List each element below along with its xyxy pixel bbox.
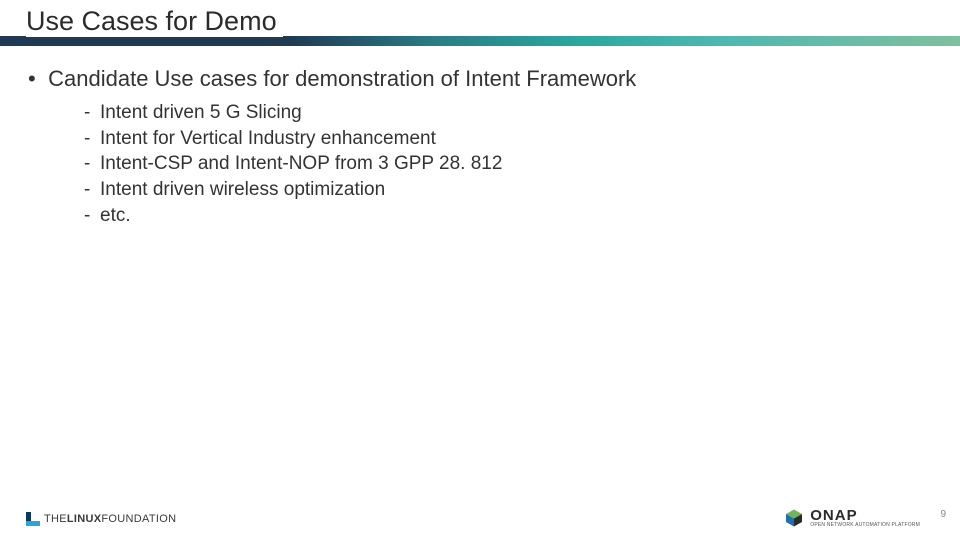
lead-bullet: • Candidate Use cases for demonstration …	[28, 66, 932, 92]
list-item: Intent for Vertical Industry enhancement	[84, 126, 932, 152]
slide-footer: THELINUXFOUNDATION ONAP OPEN NETWORK AUT…	[0, 496, 960, 530]
onap-logo: ONAP OPEN NETWORK AUTOMATION PLATFORM	[784, 508, 920, 528]
onap-cube-icon	[784, 508, 804, 528]
lf-suffix: FOUNDATION	[101, 513, 176, 525]
title-bar: Use Cases for Demo	[0, 0, 960, 44]
title-stripe	[0, 36, 960, 46]
page-number: 9	[940, 509, 946, 520]
lf-main: LINUX	[67, 513, 102, 525]
lf-prefix: THE	[44, 513, 67, 525]
list-item: Intent driven wireless optimization	[84, 177, 932, 203]
sub-bullet-list: Intent driven 5 G Slicing Intent for Ver…	[28, 100, 932, 228]
list-item: Intent-CSP and Intent-NOP from 3 GPP 28.…	[84, 151, 932, 177]
linux-foundation-logo: THELINUXFOUNDATION	[26, 512, 176, 526]
bullet-dot-icon: •	[28, 66, 42, 92]
onap-tagline: OPEN NETWORK AUTOMATION PLATFORM	[810, 523, 920, 528]
slide-content: • Candidate Use cases for demonstration …	[0, 44, 960, 228]
onap-text: ONAP OPEN NETWORK AUTOMATION PLATFORM	[810, 508, 920, 528]
linux-foundation-icon	[26, 512, 40, 526]
linux-foundation-text: THELINUXFOUNDATION	[44, 513, 176, 525]
list-item: etc.	[84, 203, 932, 229]
onap-name: ONAP	[810, 508, 920, 523]
slide-title: Use Cases for Demo	[26, 6, 283, 37]
list-item: Intent driven 5 G Slicing	[84, 100, 932, 126]
lead-bullet-text: Candidate Use cases for demonstration of…	[48, 66, 636, 91]
